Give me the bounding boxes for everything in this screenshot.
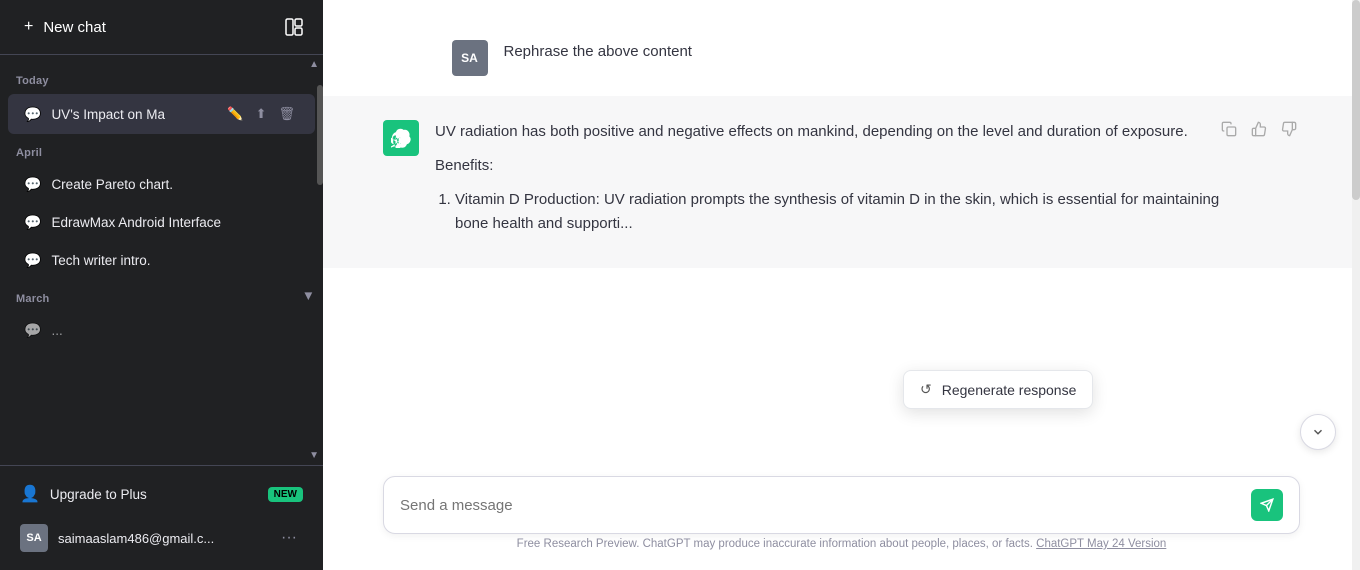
ai-para-1: UV radiation has both positive and negat… xyxy=(435,120,1240,144)
section-today: Today xyxy=(0,63,323,93)
ai-message-actions xyxy=(1218,118,1300,144)
new-chat-label: New chat xyxy=(43,19,106,36)
ai-list-item-1: Vitamin D Production: UV radiation promp… xyxy=(455,188,1240,236)
ai-para-2: Benefits: xyxy=(435,154,1240,178)
user-avatar: SA xyxy=(20,524,48,552)
main-content: SA Rephrase the above content UV radiati… xyxy=(323,0,1360,570)
ai-message-content: UV radiation has both positive and negat… xyxy=(435,120,1240,244)
user-email: saimaaslam486@gmail.c... xyxy=(58,531,265,546)
chat-icon: 💬 xyxy=(24,322,41,339)
section-march: March xyxy=(0,281,66,311)
right-scrollbar-thumb xyxy=(1352,0,1360,200)
regenerate-icon: ↺ xyxy=(920,381,932,398)
send-icon xyxy=(1260,498,1274,512)
chat-icon: 💬 xyxy=(24,176,41,193)
ai-message-row: UV radiation has both positive and negat… xyxy=(323,96,1360,268)
thumbs-down-button[interactable] xyxy=(1278,118,1300,144)
user-message-row: SA Rephrase the above content xyxy=(392,20,1292,96)
layout-icon xyxy=(285,18,303,36)
user-menu-button[interactable]: ··· xyxy=(275,527,303,549)
chat-icon: 💬 xyxy=(24,252,41,269)
scroll-down-button[interactable] xyxy=(1300,414,1336,450)
send-button[interactable] xyxy=(1251,489,1283,521)
chat-item-title: UV's Impact on Ma xyxy=(51,107,213,122)
chat-item-march[interactable]: 💬 ... xyxy=(8,312,315,349)
footer-version-link[interactable]: ChatGPT May 24 Version xyxy=(1036,538,1166,550)
share-chat-button[interactable]: ⬆ xyxy=(252,104,271,124)
user-message-text: Rephrase the above content xyxy=(504,43,692,60)
ai-avatar xyxy=(383,120,419,156)
sidebar-bottom: 👤 Upgrade to Plus NEW SA saimaaslam486@g… xyxy=(0,465,323,570)
chat-icon: 💬 xyxy=(24,106,41,123)
scroll-up-indicator: ▲ xyxy=(309,59,319,70)
regenerate-popup: ↺ Regenerate response xyxy=(903,370,1093,409)
section-april: April xyxy=(0,135,323,165)
upgrade-label: Upgrade to Plus xyxy=(50,487,147,502)
chat-item-uvs-impact[interactable]: 💬 UV's Impact on Ma ✏️ ⬆ 🗑 xyxy=(8,94,315,134)
chat-item-edrawmax[interactable]: 💬 EdrawMax Android Interface xyxy=(8,204,315,241)
ai-list: Vitamin D Production: UV radiation promp… xyxy=(435,188,1240,236)
chat-item-actions: ✏️ ⬆ 🗑 xyxy=(223,104,299,124)
sidebar: + New chat Today 💬 UV's Impact on Ma ✏️ … xyxy=(0,0,323,570)
chat-item-title: ... xyxy=(51,323,299,338)
input-area: Free Research Preview. ChatGPT may produ… xyxy=(323,464,1360,570)
message-input[interactable] xyxy=(400,497,1251,514)
new-chat-button[interactable]: + New chat xyxy=(12,10,269,44)
chat-messages: SA Rephrase the above content UV radiati… xyxy=(323,0,1360,464)
edit-chat-button[interactable]: ✏️ xyxy=(223,104,247,124)
right-scrollbar xyxy=(1352,0,1360,570)
footer-disclaimer: Free Research Preview. ChatGPT may produ… xyxy=(517,538,1036,550)
user-icon: 👤 xyxy=(20,484,40,504)
copy-button[interactable] xyxy=(1218,118,1240,144)
regenerate-label[interactable]: Regenerate response xyxy=(942,382,1077,398)
chat-icon: 💬 xyxy=(24,214,41,231)
upgrade-button[interactable]: 👤 Upgrade to Plus NEW xyxy=(8,474,315,514)
thumbs-up-button[interactable] xyxy=(1248,118,1270,144)
user-message-content: Rephrase the above content xyxy=(504,40,1232,64)
user-avatar: SA xyxy=(452,40,488,76)
chat-item-title: Tech writer intro. xyxy=(51,253,299,268)
chevron-down-icon xyxy=(1311,425,1325,439)
layout-button[interactable] xyxy=(277,10,311,44)
scroll-down-indicator: ▼ xyxy=(309,450,319,461)
new-badge: NEW xyxy=(268,487,303,502)
delete-chat-button[interactable]: 🗑 xyxy=(274,104,299,124)
sidebar-nav: Today 💬 UV's Impact on Ma ✏️ ⬆ 🗑 April 💬… xyxy=(0,55,323,465)
user-row[interactable]: SA saimaaslam486@gmail.c... ··· xyxy=(8,514,315,562)
sidebar-header: + New chat xyxy=(0,0,323,55)
input-box xyxy=(383,476,1300,534)
plus-icon: + xyxy=(24,18,33,36)
chat-item-pareto[interactable]: 💬 Create Pareto chart. xyxy=(8,166,315,203)
chat-item-title: Create Pareto chart. xyxy=(51,177,299,192)
footer-text: Free Research Preview. ChatGPT may produ… xyxy=(383,534,1300,550)
chat-item-title: EdrawMax Android Interface xyxy=(51,215,299,230)
chat-item-techwriter[interactable]: 💬 Tech writer intro. xyxy=(8,242,315,279)
